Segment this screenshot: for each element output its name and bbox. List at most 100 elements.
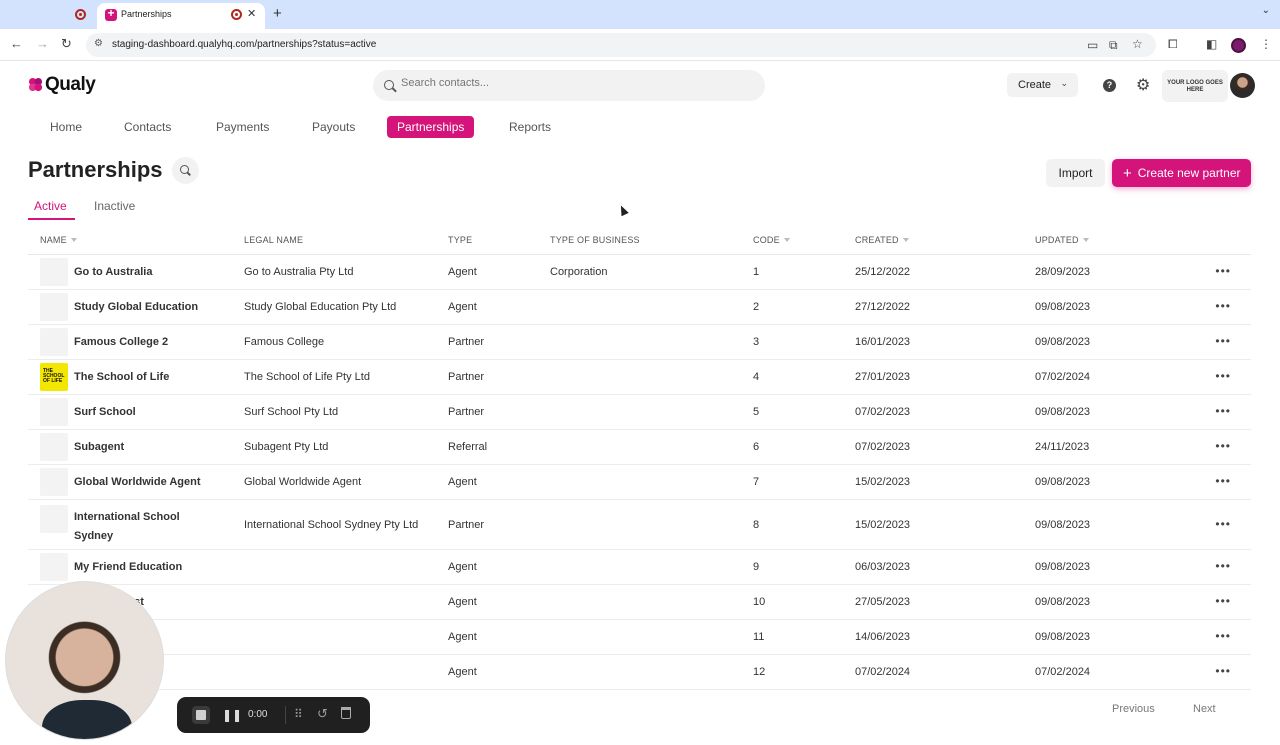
table-row[interactable]: Study Global Education Study Global Educ… xyxy=(28,290,1251,325)
partner-name-line-2[interactable]: Sydney xyxy=(74,530,113,542)
reload-icon[interactable]: ↻ xyxy=(61,36,72,52)
partner-name[interactable]: Subagent xyxy=(74,441,124,453)
more-options-icon[interactable]: ••• xyxy=(1215,369,1231,383)
sort-icon[interactable] xyxy=(783,238,790,242)
nav-partnerships[interactable]: Partnerships xyxy=(387,116,475,138)
table-row[interactable]: Famous College 2 Famous College Partner … xyxy=(28,325,1251,360)
table-row[interactable]: Agent 12 07/02/2024 07/02/2024 ••• xyxy=(28,655,1251,690)
partner-name[interactable]: Surf School xyxy=(74,406,136,418)
created-date: 15/02/2023 xyxy=(855,519,911,531)
partner-name[interactable]: Go to Australia xyxy=(74,266,152,278)
search-icon xyxy=(180,165,189,174)
nav-payouts[interactable]: Payouts xyxy=(302,116,365,138)
nav-contacts[interactable]: Contacts xyxy=(114,116,181,138)
partner-name[interactable]: Famous College 2 xyxy=(74,336,168,348)
more-options-icon[interactable]: ••• xyxy=(1215,404,1231,418)
browser-tab-active[interactable]: Partnerships ✕ xyxy=(97,3,265,29)
created-date: 16/01/2023 xyxy=(855,336,911,348)
partner-logo xyxy=(40,505,68,533)
table-row[interactable]: The School of Life The School of Life Pt… xyxy=(28,360,1251,395)
partner-name[interactable]: The School of Life xyxy=(74,371,169,383)
more-options-icon[interactable]: ••• xyxy=(1215,629,1231,643)
column-header-name[interactable]: NAME xyxy=(40,235,77,245)
nav-payments[interactable]: Payments xyxy=(206,116,279,138)
table-row[interactable]: Agent 11 14/06/2023 09/08/2023 ••• xyxy=(28,620,1251,655)
extensions-puzzle-icon[interactable]: ⧠ xyxy=(1168,37,1178,52)
column-header-code[interactable]: CODE xyxy=(753,235,790,245)
webcam-bubble[interactable] xyxy=(5,581,164,740)
create-new-partner-button[interactable]: + Create new partner xyxy=(1112,159,1251,187)
updated-date: 07/02/2024 xyxy=(1035,371,1091,383)
sort-icon[interactable] xyxy=(1082,238,1089,242)
side-panel-icon[interactable]: ◧ xyxy=(1206,37,1217,51)
more-options-icon[interactable]: ••• xyxy=(1215,264,1231,278)
table-row[interactable]: Subagent Subagent Pty Ltd Referral 6 07/… xyxy=(28,430,1251,465)
partner-name-line-1[interactable]: International School xyxy=(74,511,180,523)
more-options-icon[interactable]: ••• xyxy=(1215,594,1231,608)
pause-icon[interactable]: ❚❚ xyxy=(222,708,242,722)
back-arrow-icon[interactable]: ← xyxy=(10,36,23,51)
url-field[interactable]: ⚙ staging-dashboard.qualyhq.com/partners… xyxy=(86,33,1156,57)
updated-date: 28/09/2023 xyxy=(1035,266,1091,278)
more-options-icon[interactable]: ••• xyxy=(1215,474,1231,488)
bookmark-star-icon[interactable]: ☆ xyxy=(1132,37,1143,51)
column-header-updated[interactable]: UPDATED xyxy=(1035,235,1089,245)
sort-icon[interactable] xyxy=(70,238,77,242)
search-input[interactable] xyxy=(401,77,741,89)
stop-recording-button[interactable] xyxy=(192,706,210,724)
create-label: Create xyxy=(1018,79,1052,91)
table-row[interactable]: Go to Australia Go to Australia Pty Ltd … xyxy=(28,255,1251,290)
previous-page-button[interactable]: Previous xyxy=(1112,703,1155,715)
table-row[interactable]: Global Worldwide Agent Global Worldwide … xyxy=(28,465,1251,500)
forward-arrow-icon[interactable]: → xyxy=(36,36,49,51)
company-logo-placeholder[interactable]: YOUR LOGO GOES HERE xyxy=(1162,70,1228,102)
more-options-icon[interactable]: ••• xyxy=(1215,439,1231,453)
nav-home[interactable]: Home xyxy=(40,116,92,138)
partner-name[interactable]: My Friend Education xyxy=(74,561,182,573)
more-options-icon[interactable]: ••• xyxy=(1215,559,1231,573)
tab-close-icon[interactable]: ✕ xyxy=(247,7,256,20)
sort-icon[interactable] xyxy=(902,238,909,242)
restart-icon[interactable]: ↺ xyxy=(317,706,328,722)
tab-inactive[interactable]: Inactive xyxy=(94,199,135,213)
table-row[interactable]: est Agent 10 27/05/2023 09/08/2023 ••• xyxy=(28,585,1251,620)
drag-handle-icon[interactable]: ⠿ xyxy=(294,707,303,721)
updated-date: 07/02/2024 xyxy=(1035,666,1091,678)
browser-profile-icon[interactable] xyxy=(1231,38,1246,53)
browser-menu-icon[interactable]: ⋮ xyxy=(1260,37,1272,51)
more-options-icon[interactable]: ••• xyxy=(1215,664,1231,678)
type-of-business: Corporation xyxy=(550,266,608,278)
created-date: 15/02/2023 xyxy=(855,476,911,488)
search-box[interactable] xyxy=(373,70,765,101)
trash-icon[interactable] xyxy=(341,707,351,719)
more-options-icon[interactable]: ••• xyxy=(1215,334,1231,348)
next-page-button[interactable]: Next xyxy=(1193,703,1216,715)
gear-icon[interactable]: ⚙ xyxy=(1136,75,1150,95)
table-row[interactable]: My Friend Education Agent 9 06/03/2023 0… xyxy=(28,550,1251,585)
partner-name[interactable]: Study Global Education xyxy=(74,301,198,313)
recording-tab-icon[interactable] xyxy=(75,9,86,20)
tab-active[interactable]: Active xyxy=(34,199,67,213)
nav-reports[interactable]: Reports xyxy=(499,116,561,138)
tab-search-chevron-icon[interactable]: ⌄ xyxy=(1262,5,1270,16)
table-row[interactable]: Surf School Surf School Pty Ltd Partner … xyxy=(28,395,1251,430)
import-button[interactable]: Import xyxy=(1046,159,1105,187)
more-options-icon[interactable]: ••• xyxy=(1215,517,1231,531)
page-search-button[interactable] xyxy=(172,157,199,184)
more-options-icon[interactable]: ••• xyxy=(1215,299,1231,313)
table-row[interactable]: International School Sydney Internationa… xyxy=(28,500,1251,550)
column-header-created[interactable]: CREATED xyxy=(855,235,909,245)
site-settings-icon[interactable]: ⚙ xyxy=(94,38,103,49)
avatar[interactable] xyxy=(1230,73,1255,98)
camera-icon[interactable]: ▭ xyxy=(1087,38,1098,52)
updated-date: 09/08/2023 xyxy=(1035,561,1091,573)
partner-code: 12 xyxy=(753,666,766,678)
cast-icon[interactable]: ⧉ xyxy=(1109,38,1118,53)
created-date: 07/02/2023 xyxy=(855,406,911,418)
search-icon xyxy=(384,80,394,90)
partner-name[interactable]: Global Worldwide Agent xyxy=(74,476,201,488)
create-dropdown-button[interactable]: Create ⌄ xyxy=(1007,73,1078,97)
help-icon[interactable]: ? xyxy=(1103,79,1116,92)
new-tab-button[interactable]: + xyxy=(273,5,282,22)
partner-logo xyxy=(40,468,68,496)
